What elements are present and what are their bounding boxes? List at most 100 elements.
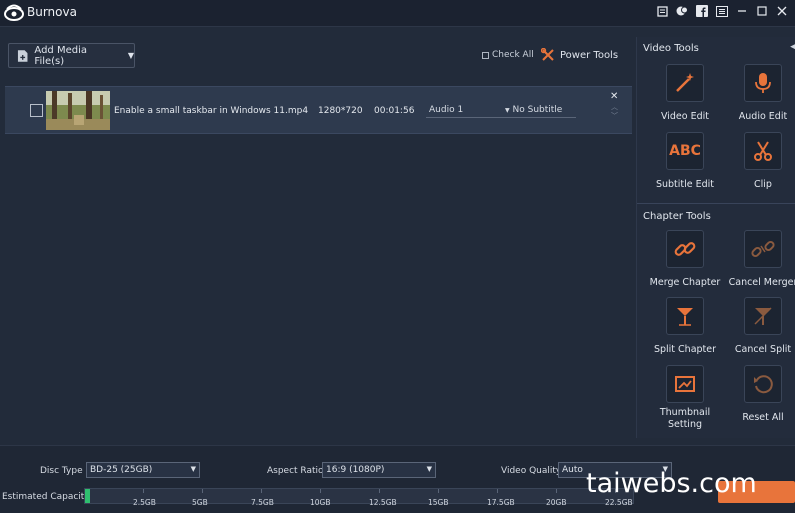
capacity-tick-label: 15GB	[428, 498, 449, 507]
video-quality-value: Auto	[562, 465, 583, 475]
add-media-label: Add Media File(s)	[34, 44, 87, 67]
power-tools-label: Power Tools	[560, 49, 619, 61]
capacity-tick-mark	[261, 489, 262, 493]
clip-label: Clip	[754, 179, 772, 190]
capacity-tick-label: 12.5GB	[369, 498, 397, 507]
disc-type-select[interactable]: BD-25 (25GB) ▼	[86, 462, 200, 478]
file-resolution: 1280*720	[318, 106, 363, 116]
close-icon[interactable]	[775, 4, 789, 18]
subtitle-value: No Subtitle	[512, 105, 563, 115]
chevron-down-icon: ▼	[505, 107, 510, 114]
microphone-icon	[744, 64, 782, 102]
merge-chapter-label: Merge Chapter	[649, 277, 721, 288]
video-edit-button[interactable]: Video Edit	[645, 64, 725, 123]
cancel-split-button[interactable]: Cancel Split	[723, 297, 795, 356]
menu-icon[interactable]	[715, 4, 729, 18]
app-logo-icon	[4, 4, 24, 21]
capacity-tick-mark	[320, 489, 321, 493]
link-icon	[666, 230, 704, 268]
move-down-icon[interactable]: ﹀	[611, 111, 618, 121]
thumbnail-icon	[666, 365, 704, 403]
video-quality-label: Video Quality:	[501, 466, 564, 476]
capacity-tick-label: 17.5GB	[487, 498, 515, 507]
audio-track-select[interactable]: Audio 1	[426, 103, 504, 118]
capacity-tick-label: 22.5GB	[605, 498, 633, 507]
capacity-tick-label: 10GB	[310, 498, 331, 507]
scissors-icon	[744, 132, 782, 170]
aspect-ratio-label: Aspect Ratio:	[267, 466, 327, 476]
magic-wand-icon	[666, 64, 704, 102]
capacity-tick-label: 5GB	[192, 498, 208, 507]
power-tools-button[interactable]: Power Tools	[541, 48, 618, 62]
audio-track-value: Audio 1	[429, 105, 464, 115]
reset-icon	[744, 365, 782, 403]
capacity-tick-mark	[438, 489, 439, 493]
disc-type-value: BD-25 (25GB)	[90, 465, 153, 475]
add-file-icon	[17, 49, 28, 62]
aspect-ratio-select[interactable]: 16:9 (1080P) ▼	[322, 462, 436, 478]
reset-all-label: Reset All	[742, 412, 784, 423]
collapse-panel-icon[interactable]: ◀	[790, 42, 795, 52]
media-file-row[interactable]: Enable a small taskbar in Windows 11.mp4…	[5, 86, 632, 134]
title-bar: Burnova	[0, 0, 795, 27]
check-all-toggle[interactable]: Check All	[482, 50, 534, 60]
aspect-ratio-value: 16:9 (1080P)	[326, 465, 385, 475]
capacity-bar: 2.5GB 5GB 7.5GB 10GB 12.5GB 15GB 17.5GB 20GB 22.…	[84, 488, 634, 507]
thumbnail-setting-button[interactable]: Thumbnail Setting	[645, 365, 725, 431]
capacity-tick-label: 20GB	[546, 498, 567, 507]
capacity-tick-mark	[379, 489, 380, 493]
abc-text-icon: ABC	[666, 132, 704, 170]
clip-button[interactable]: Clip	[723, 132, 795, 191]
file-duration: 00:01:56	[374, 106, 415, 116]
capacity-tick-label: 7.5GB	[251, 498, 274, 507]
thumbnail-setting-label: Thumbnail Setting	[659, 407, 711, 430]
video-thumbnail[interactable]	[46, 91, 110, 130]
file-name: Enable a small taskbar in Windows 11.mp4	[114, 106, 309, 116]
capacity-tick-mark	[497, 489, 498, 493]
split-icon	[666, 297, 704, 335]
capacity-tick-mark	[556, 489, 557, 493]
capacity-tick-mark	[143, 489, 144, 493]
watermark: taiwebs.com	[586, 468, 757, 499]
cancel-merger-button[interactable]: Cancel Merger	[723, 230, 795, 289]
maximize-icon[interactable]	[755, 4, 769, 18]
cancel-merger-label: Cancel Merger	[728, 277, 795, 288]
check-all-label: Check All	[492, 50, 534, 60]
minimize-icon[interactable]	[735, 4, 749, 18]
app-title: Burnova	[27, 5, 77, 19]
subtitle-select[interactable]: ▼ No Subtitle	[502, 103, 576, 118]
facebook-icon[interactable]	[695, 4, 709, 18]
audio-edit-button[interactable]: Audio Edit	[723, 64, 795, 123]
remove-file-icon[interactable]: ✕	[610, 91, 618, 102]
subtitle-edit-button[interactable]: ABC Subtitle Edit	[645, 132, 725, 191]
cancel-split-icon	[744, 297, 782, 335]
video-edit-label: Video Edit	[660, 111, 710, 122]
chevron-down-icon: ▼	[127, 51, 134, 60]
cancel-split-label: Cancel Split	[734, 344, 792, 355]
window-controls	[655, 4, 789, 18]
chevron-down-icon: ▼	[426, 465, 432, 473]
broken-link-icon	[744, 230, 782, 268]
capacity-fill	[85, 489, 91, 503]
subtitle-edit-label: Subtitle Edit	[655, 179, 715, 190]
video-tools-title: Video Tools	[643, 43, 699, 54]
tools-panel: Video Tools ◀ Video Edit Audio Edit ABC …	[636, 37, 795, 438]
chat-icon[interactable]	[675, 4, 689, 18]
merge-chapter-button[interactable]: Merge Chapter	[645, 230, 725, 289]
capacity-tick-mark	[202, 489, 203, 493]
check-all-checkbox[interactable]	[482, 51, 489, 59]
capacity-tick-label: 2.5GB	[133, 498, 156, 507]
split-chapter-label: Split Chapter	[653, 344, 717, 355]
disc-type-label: Disc Type	[40, 466, 83, 476]
split-chapter-button[interactable]: Split Chapter	[645, 297, 725, 356]
register-icon[interactable]	[655, 4, 669, 18]
add-media-button[interactable]: Add Media File(s) ▼	[8, 43, 135, 68]
chevron-down-icon: ▼	[190, 465, 196, 473]
tools-icon	[541, 48, 554, 61]
chapter-tools-title: Chapter Tools	[643, 211, 711, 222]
panel-divider	[637, 203, 795, 204]
file-checkbox[interactable]	[30, 104, 43, 117]
abc-glyph: ABC	[669, 143, 701, 159]
audio-edit-label: Audio Edit	[738, 111, 788, 122]
reset-all-button[interactable]: Reset All	[723, 365, 795, 424]
